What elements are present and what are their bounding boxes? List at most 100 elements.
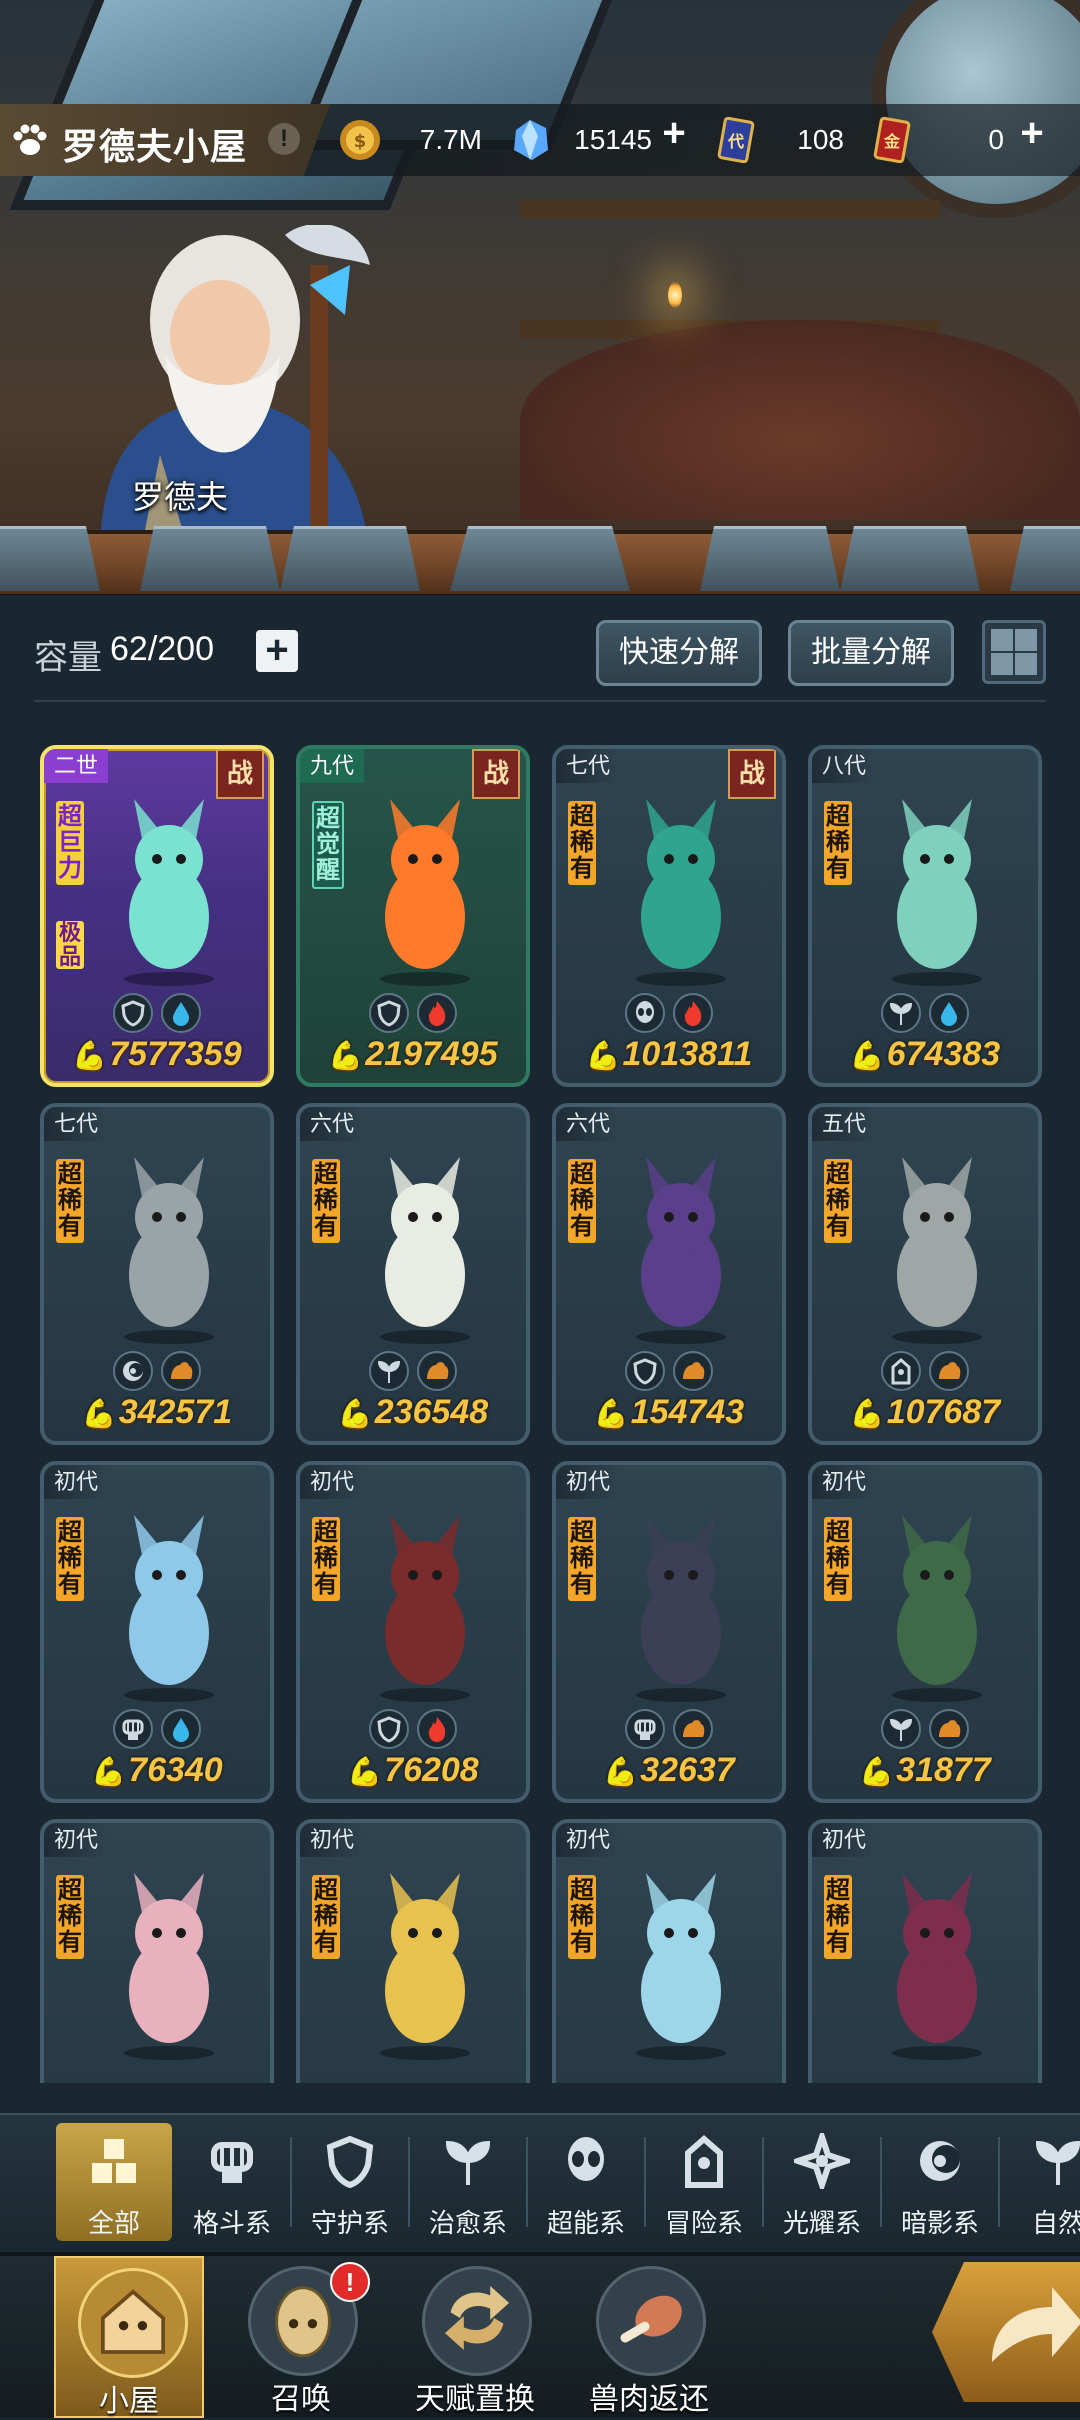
category-label: 治愈系 <box>428 2208 507 2238</box>
capacity-label: 容量 <box>34 639 102 677</box>
gold-value: 7.7M <box>419 124 482 155</box>
element-icons <box>556 993 782 1033</box>
power-number: 1013811 <box>622 1035 753 1073</box>
category-tab[interactable]: 超能系 <box>528 2123 646 2241</box>
fire-icon <box>417 993 457 1033</box>
monster-card[interactable]: 七代 超稀有 💪342571 <box>40 1103 274 1445</box>
rarity-tag: 超稀有 <box>824 1517 852 1601</box>
rarity-tag: 超稀有 <box>824 801 852 885</box>
monster-card[interactable]: 六代 超稀有 💪154743 <box>552 1103 786 1445</box>
category-filter-bar: 全部 格斗系 守护系 治愈系 超能系 冒险系 光耀系 暗影系 自然 <box>0 2113 1080 2245</box>
nav-label: 召唤 <box>271 2383 331 2416</box>
monster-card[interactable]: 初代 超稀有 💪76208 <box>296 1461 530 1803</box>
generation-tag: 二世 <box>44 749 109 783</box>
eclipse-icon <box>912 2133 968 2189</box>
power-arm-icon: 💪 <box>81 1398 117 1429</box>
power-number: 2197495 <box>365 1035 498 1073</box>
power-arm-icon: 💪 <box>585 1040 621 1071</box>
category-tab[interactable]: 暗影系 <box>882 2123 1000 2241</box>
card-value: 108 <box>797 124 844 155</box>
info-icon[interactable]: ! <box>268 123 300 155</box>
monster-card[interactable]: 初代 超稀有 💪32637 <box>552 1461 786 1803</box>
monster-card[interactable]: 五代 超稀有 💪107687 <box>808 1103 1042 1445</box>
capacity-value: 62/200 <box>110 630 214 668</box>
category-tab[interactable]: 光耀系 <box>764 2123 882 2241</box>
monster-card[interactable]: 初代 超稀有 <box>552 1819 786 2083</box>
fist-icon <box>204 2133 260 2189</box>
power-value: 💪2197495 <box>300 1035 526 1074</box>
gold-ticket-value: 0 <box>988 124 1004 155</box>
card-resource: 代 108 <box>712 116 852 164</box>
batch-decompose-button[interactable]: 批量分解 <box>788 620 954 686</box>
power-value: 💪76340 <box>44 1751 270 1790</box>
power-arm-icon: 💪 <box>337 1398 373 1429</box>
category-tab[interactable]: 冒险系 <box>646 2123 764 2241</box>
generation-tag: 七代 <box>556 749 621 783</box>
wizard-npc[interactable] <box>70 225 390 555</box>
power-number: 107687 <box>886 1393 1001 1431</box>
rarity-tag: 超稀有 <box>312 1517 340 1601</box>
guard-icon <box>369 1709 409 1749</box>
nav-house[interactable]: 小屋 <box>54 2256 204 2418</box>
gold-coin-icon: $ <box>340 120 380 160</box>
gold-ticket-add-button[interactable]: + <box>1014 113 1050 153</box>
all-grid-icon <box>86 2133 142 2189</box>
category-tab[interactable]: 格斗系 <box>174 2123 292 2241</box>
nav-label: 小屋 <box>99 2385 159 2418</box>
monster-card[interactable]: 初代超稀有 <box>296 1819 530 2083</box>
monster-card[interactable]: 八代 超稀有 💪674383 <box>808 745 1042 1087</box>
category-tab[interactable]: 守护系 <box>292 2123 410 2241</box>
leaf-icon <box>1030 2133 1080 2189</box>
monster-card[interactable]: 初代 超稀有 💪76340 <box>40 1461 274 1803</box>
fire-icon <box>673 993 713 1033</box>
grid-view-toggle[interactable] <box>982 620 1046 684</box>
top-bar: 罗德夫小屋 ! $ 7.7M 15145 + 代 108 金 0 + <box>0 104 1080 176</box>
svg-text:代: 代 <box>727 132 744 151</box>
metal-bracket <box>280 526 420 591</box>
expand-capacity-button[interactable]: + <box>256 630 298 672</box>
monster-card[interactable]: 七代战超稀有 💪1013811 <box>552 745 786 1087</box>
bottom-navigation: 小屋 召唤! 天赋置换 兽肉返还 <box>0 2252 1080 2418</box>
nav-meat[interactable]: 兽肉返还 <box>574 2256 724 2418</box>
generation-tag: 七代 <box>44 1107 109 1141</box>
category-tab[interactable]: 全部 <box>56 2123 172 2241</box>
category-label: 自然 <box>1031 2208 1080 2238</box>
monster-portrait <box>350 1147 500 1347</box>
monster-card[interactable]: 九代战超觉醒 💪2197495 <box>296 745 530 1087</box>
guard-icon <box>369 993 409 1033</box>
monster-card[interactable]: 六代 超稀有 💪236548 <box>296 1103 530 1445</box>
card-ticket-icon: 代 <box>717 116 755 164</box>
power-arm-icon: 💪 <box>859 1756 895 1787</box>
category-label: 暗影系 <box>900 2208 979 2238</box>
monster-portrait <box>862 789 1012 989</box>
element-icons <box>556 1351 782 1391</box>
alert-badge: ! <box>330 2262 370 2302</box>
category-tab[interactable]: 自然 <box>1000 2123 1080 2241</box>
nav-egg[interactable]: 召唤! <box>226 2256 376 2418</box>
monster-card[interactable]: 初代 超稀有 <box>40 1819 274 2083</box>
category-label: 超能系 <box>546 2208 625 2238</box>
swap-icon <box>422 2266 532 2376</box>
rarity-tag: 超稀有 <box>568 1875 596 1959</box>
generation-tag: 初代 <box>300 1823 365 1857</box>
nav-swap[interactable]: 天赋置换 <box>400 2256 550 2418</box>
power-number: 154743 <box>630 1393 745 1431</box>
monster-card[interactable]: 初代 超稀有 💪31877 <box>808 1461 1042 1803</box>
category-tab[interactable]: 治愈系 <box>410 2123 528 2241</box>
crystal-add-button[interactable]: + <box>656 113 692 153</box>
generation-tag: 初代 <box>44 1823 109 1857</box>
power-arm-icon: 💪 <box>91 1756 127 1787</box>
crystal-resource: 15145 + <box>508 113 698 164</box>
monster-card[interactable]: 二世战超巨力 极品 💪7577359 <box>40 745 274 1087</box>
paw-icon <box>13 124 47 155</box>
npc-name-label: 罗德夫 <box>132 479 229 515</box>
page-title: 罗德夫小屋 <box>62 126 248 167</box>
power-arm-icon: 💪 <box>328 1040 364 1071</box>
monster-card[interactable]: 初代 超稀有 <box>808 1819 1042 2083</box>
quick-decompose-button[interactable]: 快速分解 <box>596 620 762 686</box>
metal-bracket <box>140 526 280 591</box>
rarity-tag: 超稀有 <box>568 1517 596 1601</box>
rarity-tag: 超稀有 <box>312 1875 340 1959</box>
meat-icon <box>596 2266 706 2376</box>
monster-portrait <box>350 1863 500 2063</box>
